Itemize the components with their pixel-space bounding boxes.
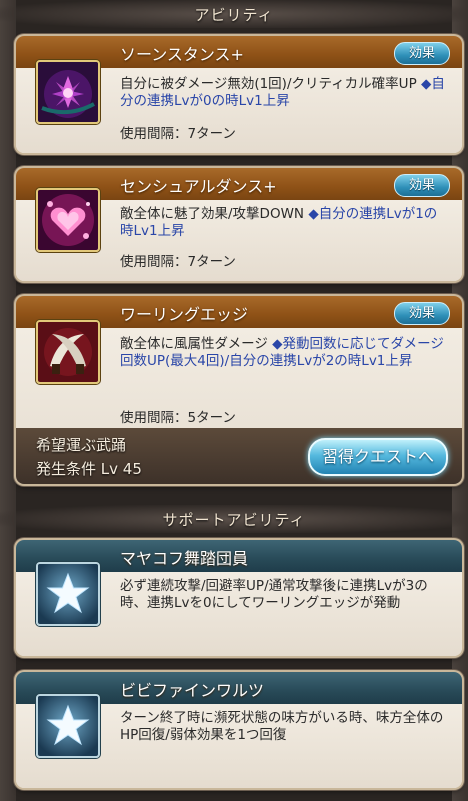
ability-description: 敵全体に魅了効果/攻撃DOWN ◆自分の連携Lvが1の時Lv1上昇 bbox=[120, 206, 446, 240]
effect-button[interactable]: 効果 bbox=[394, 42, 450, 65]
support-name: マヤコフ舞踏団員 bbox=[120, 549, 249, 568]
quest-panel: 希望運ぶ武踊 発生条件 Lv 45 習得クエストへ bbox=[16, 428, 462, 484]
quest-condition: 発生条件 Lv 45 bbox=[36, 460, 142, 478]
effect-button[interactable]: 効果 bbox=[394, 174, 450, 197]
ability-name: ワーリングエッジ bbox=[120, 305, 249, 324]
support-card-1: マヤコフ舞踏団員 必ず連続攻撃/回避率UP/通常攻撃後に連携Lvが3の時、連携L… bbox=[16, 540, 462, 656]
support-name: ビビファインワルツ bbox=[120, 681, 265, 700]
ability-interval: 使用間隔：7ターン bbox=[120, 126, 236, 142]
ability-interval: 使用間隔：5ターン bbox=[120, 410, 236, 426]
ability-effect-text: 自分に被ダメージ無効(1回)/クリティカル確率UP bbox=[120, 76, 417, 92]
ability-card-3: ワーリングエッジ 効果 敵全体に風属性ダメージ ◆発動回数に応じてダメージ回数U… bbox=[16, 296, 462, 484]
learn-quest-button[interactable]: 習得クエストへ bbox=[308, 438, 448, 476]
effect-button[interactable]: 効果 bbox=[394, 302, 450, 325]
ability-card-2: センシュアルダンス+ 効果 敵全体に魅了効果/攻撃DOWN ◆自分の連携Lvが1… bbox=[16, 168, 462, 281]
ability-effect-text: 敵全体に魅了効果/攻撃DOWN bbox=[120, 206, 305, 222]
ability-description: 敵全体に風属性ダメージ ◆発動回数に応じてダメージ回数UP(最大4回)/自分の連… bbox=[120, 336, 446, 370]
ability-name: ソーンスタンス+ bbox=[120, 45, 244, 64]
support-description: 必ず連続攻撃/回避率UP/通常攻撃後に連携Lvが3の時、連携Lvを0にしてワーリ… bbox=[120, 578, 428, 611]
left-frame bbox=[0, 0, 16, 801]
heart-charm-icon bbox=[36, 188, 100, 252]
quest-title: 希望運ぶ武踊 bbox=[36, 436, 127, 454]
star-icon bbox=[36, 694, 100, 758]
ability-effect-text: 敵全体に風属性ダメージ bbox=[120, 336, 268, 352]
ability-name: センシュアルダンス+ bbox=[120, 177, 277, 196]
support-section-header: サポートアビリティ bbox=[0, 505, 468, 533]
star-icon bbox=[36, 562, 100, 626]
support-description: ターン終了時に瀕死状態の味方がいる時、味方全体のHP回復/弱体効果を1つ回復 bbox=[120, 710, 444, 743]
ability-interval: 使用間隔：7ターン bbox=[120, 254, 236, 270]
ability-card-1: ソーンスタンス+ 効果 自分に被ダメージ無効(1回)/クリティカル確率UP ◆自… bbox=[16, 36, 462, 153]
ability-description: 自分に被ダメージ無効(1回)/クリティカル確率UP ◆自分の連携Lvが0の時Lv… bbox=[120, 76, 446, 110]
abilities-section-header: アビリティ bbox=[0, 0, 468, 28]
support-card-2: ビビファインワルツ ターン終了時に瀕死状態の味方がいる時、味方全体のHP回復/弱… bbox=[16, 672, 462, 788]
thorn-lotus-icon bbox=[36, 60, 100, 124]
crossed-blades-icon bbox=[36, 320, 100, 384]
